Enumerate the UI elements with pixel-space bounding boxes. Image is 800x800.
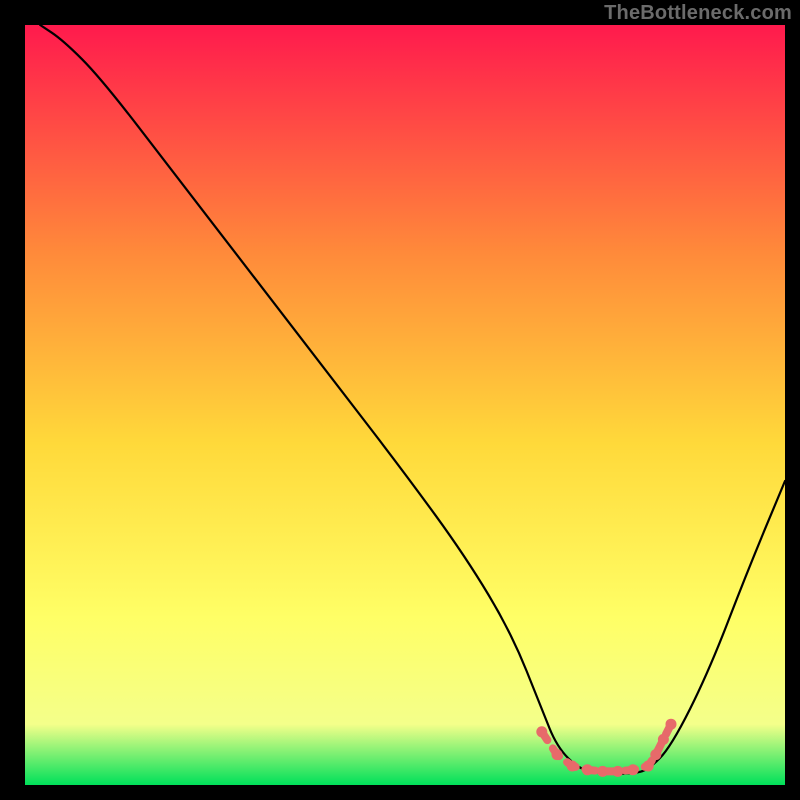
optimal-marker-dot	[552, 749, 563, 760]
optimal-marker-dot	[612, 766, 623, 777]
optimal-marker-dot	[597, 766, 608, 777]
chart-container: TheBottleneck.com	[0, 0, 800, 800]
optimal-marker-dot	[628, 764, 639, 775]
optimal-marker-dot	[643, 761, 654, 772]
optimal-marker-dot	[666, 719, 677, 730]
watermark-text: TheBottleneck.com	[604, 2, 792, 25]
optimal-marker-dot	[650, 749, 661, 760]
optimal-marker-dot	[567, 761, 578, 772]
optimal-marker-dot	[658, 734, 669, 745]
optimal-marker-dot	[582, 764, 593, 775]
gradient-background	[25, 25, 785, 785]
optimal-marker-dot	[536, 726, 547, 737]
bottleneck-chart	[0, 0, 800, 800]
